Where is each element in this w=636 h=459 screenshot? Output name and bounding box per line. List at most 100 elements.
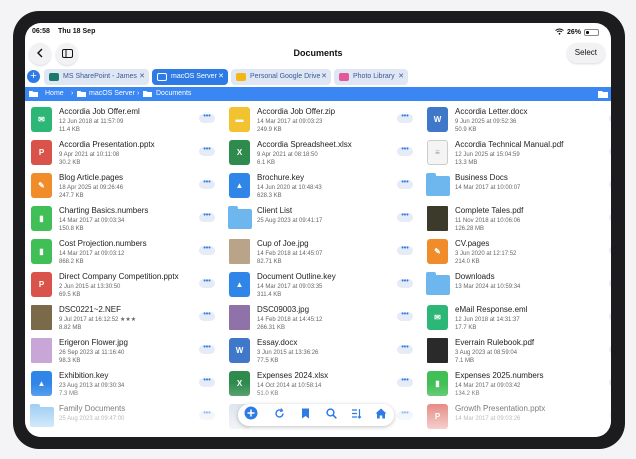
more-options-button[interactable]: ••• [609,213,611,222]
file-size: 311.4 KB [257,292,282,298]
more-options-button[interactable]: ••• [199,344,215,354]
file-item[interactable]: Family Documents 25 Aug 2023 at 09:47:00 •… [27,400,225,433]
more-options-button[interactable]: ••• [609,378,611,387]
tab-label: macOS Server [171,73,217,80]
close-tab-icon[interactable]: ✕ [139,69,145,85]
more-options-button[interactable]: ••• [199,212,215,222]
file-item[interactable]: Business Docs 14 Mar 2017 at 10:00:07 ••• [423,169,611,202]
file-item[interactable]: ✎ Blog Article.pages 18 Apr 2025 at 09:26:… [27,169,225,202]
more-options-button[interactable]: ••• [609,180,611,189]
home-button[interactable] [374,408,388,422]
file-item[interactable]: ✉ eMail Response.eml 12 Jun 2018 at 14:31:… [423,301,611,334]
more-options-button[interactable]: ••• [397,146,413,156]
more-options-button[interactable]: ••• [199,179,215,189]
file-item[interactable]: ▲ Document Outline.key 14 Mar 2017 at 09:0… [225,268,423,301]
file-item[interactable]: ▮ Expenses 2025.numbers 14 Mar 2017 at 09:… [423,367,611,400]
folder-options-icon[interactable] [598,90,608,100]
more-options-button[interactable]: ••• [609,114,611,123]
file-item[interactable]: W Essay.docx 3 Jun 2015 at 13:36:26 77.5 KB… [225,334,423,367]
more-options-button[interactable]: ••• [397,344,413,354]
file-date: 12 Jun 2018 at 11:57:09 [59,119,124,125]
file-item[interactable]: DSC09003.jpg 14 Feb 2018 at 14:45:12 266.3… [225,301,423,334]
more-options-button[interactable]: ••• [609,345,611,354]
more-options-button[interactable]: ••• [397,410,413,420]
breadcrumb-macos-server[interactable]: macOS Server [89,90,135,97]
file-date: 3 Jun 2015 at 13:36:26 [257,350,319,356]
file-date: 14 Mar 2017 at 09:03:42 [455,383,521,389]
more-options-button[interactable]: ••• [397,179,413,189]
file-item[interactable]: Cup of Joe.jpg 14 Feb 2018 at 14:45:07 82.… [225,235,423,268]
file-item[interactable]: Downloads 13 Mar 2024 at 10:59:34 ••• [423,268,611,301]
more-options-button[interactable]: ••• [199,311,215,321]
more-options-button[interactable]: ••• [397,212,413,222]
more-options-button[interactable]: ••• [199,245,215,255]
more-options-button[interactable]: ••• [609,411,611,420]
photo-icon [31,305,52,330]
more-options-button[interactable]: ••• [199,146,215,156]
file-item[interactable]: Client List 25 Aug 2023 at 09:41:17 ••• [225,202,423,235]
file-item[interactable]: Complete Tales.pdf 11 Nov 2018 at 10:06:0… [423,202,611,235]
file-item[interactable]: Everrain Rulebook.pdf 3 Aug 2023 at 08:59… [423,334,611,367]
file-item[interactable]: ▲ Brochure.key 14 Jun 2020 at 10:48:43 628.… [225,169,423,202]
word-icon: W [229,338,250,363]
file-meta: 26 Sep 2023 at 11:16:40 98.3 KB [59,349,124,365]
file-meta: 9 Apr 2021 at 08:18:50 6.1 KB [257,151,318,167]
file-item[interactable]: ≡ Accordia Technical Manual.pdf 12 Jun 202… [423,136,611,169]
more-options-button[interactable]: ••• [609,246,611,255]
file-item[interactable]: ▲ Exhibition.key 23 Aug 2013 at 09:30:34 7.… [27,367,225,400]
add-tab-button[interactable]: + [27,70,40,83]
file-item[interactable]: X Accordia Spreadsheet.xlsx 9 Apr 2021 at … [225,136,423,169]
close-tab-icon[interactable]: ✕ [321,69,327,85]
tab-google-drive[interactable]: Personal Google Drive ✕ [231,69,331,85]
file-date: 23 Aug 2013 at 09:30:34 [59,383,125,389]
bookmark-button[interactable] [298,408,312,422]
file-item[interactable]: ▮ Cost Projection.numbers 14 Mar 2017 at 0… [27,235,225,268]
file-item[interactable]: ▮ Charting Basics.numbers 14 Mar 2017 at 0… [27,202,225,235]
sort-button[interactable] [349,408,363,422]
word-icon: W [427,107,448,132]
more-options-button[interactable]: ••• [609,312,611,321]
select-button[interactable]: Select [566,43,605,63]
more-options-button[interactable]: ••• [199,278,215,288]
close-tab-icon[interactable]: ✕ [398,69,404,85]
tab-ms-sharepoint[interactable]: MS SharePoint - James ✕ [44,69,149,85]
file-item[interactable]: P Growth Presentation.pptx 14 Mar 2017 at … [423,400,611,433]
more-options-button[interactable]: ••• [199,410,215,420]
file-item[interactable]: ✎ CV.pages 3 Jun 2020 at 12:17:52 214.0 KB •… [423,235,611,268]
more-options-button[interactable]: ••• [199,113,215,123]
file-item[interactable]: Erigeron Flower.jpg 26 Sep 2023 at 11:16:… [27,334,225,367]
breadcrumb-documents[interactable]: Documents [156,90,191,97]
file-name: Direct Company Competition.pptx [59,272,179,281]
refresh-button[interactable] [272,408,286,422]
file-item[interactable]: DSC0221~2.NEF 9 Jul 2017 at 16:12:52 ★★★ 8… [27,301,225,334]
more-options-button[interactable]: ••• [397,311,413,321]
breadcrumb-home[interactable]: Home [45,90,64,97]
file-item[interactable]: P Direct Company Competition.pptx 2 Jun 20… [27,268,225,301]
search-button[interactable] [324,408,338,422]
file-item[interactable]: ✉ Accordia Job Offer.eml 12 Jun 2018 at 11… [27,103,225,136]
page-title: Documents [293,48,343,58]
sharepoint-icon [49,73,59,81]
file-date: 11 Nov 2018 at 10:06:06 [455,218,521,224]
file-item[interactable]: W Accordia Letter.docx 9 Jun 2025 at 09:52… [423,103,611,136]
book-cover-icon [427,206,448,231]
more-options-button[interactable]: ••• [397,245,413,255]
file-item[interactable]: X Expenses 2024.xlsx 14 Oct 2014 at 10:58:… [225,367,423,400]
file-item[interactable]: P Accordia Presentation.pptx 9 Apr 2021 at… [27,136,225,169]
add-button[interactable] [244,406,258,422]
file-size: 247.7 KB [59,193,84,199]
more-options-button[interactable]: ••• [199,377,215,387]
tab-macos-server[interactable]: macOS Server ✕ [152,69,228,85]
file-meta: 2 Jun 2015 at 13:30:50 69.5 KB [59,283,120,299]
file-date: 14 Feb 2018 at 14:45:12 [257,317,323,323]
tab-label: Personal Google Drive [250,73,321,80]
file-item[interactable]: ▬ Accordia Job Offer.zip 14 Mar 2017 at 09… [225,103,423,136]
tab-photo-library[interactable]: Photo Library ✕ [334,69,408,85]
more-options-button[interactable]: ••• [609,279,611,288]
keynote-icon: ▲ [31,371,52,396]
more-options-button[interactable]: ••• [397,278,413,288]
more-options-button[interactable]: ••• [397,113,413,123]
more-options-button[interactable]: ••• [609,147,611,156]
close-tab-icon[interactable]: ✕ [218,69,224,85]
more-options-button[interactable]: ••• [397,377,413,387]
